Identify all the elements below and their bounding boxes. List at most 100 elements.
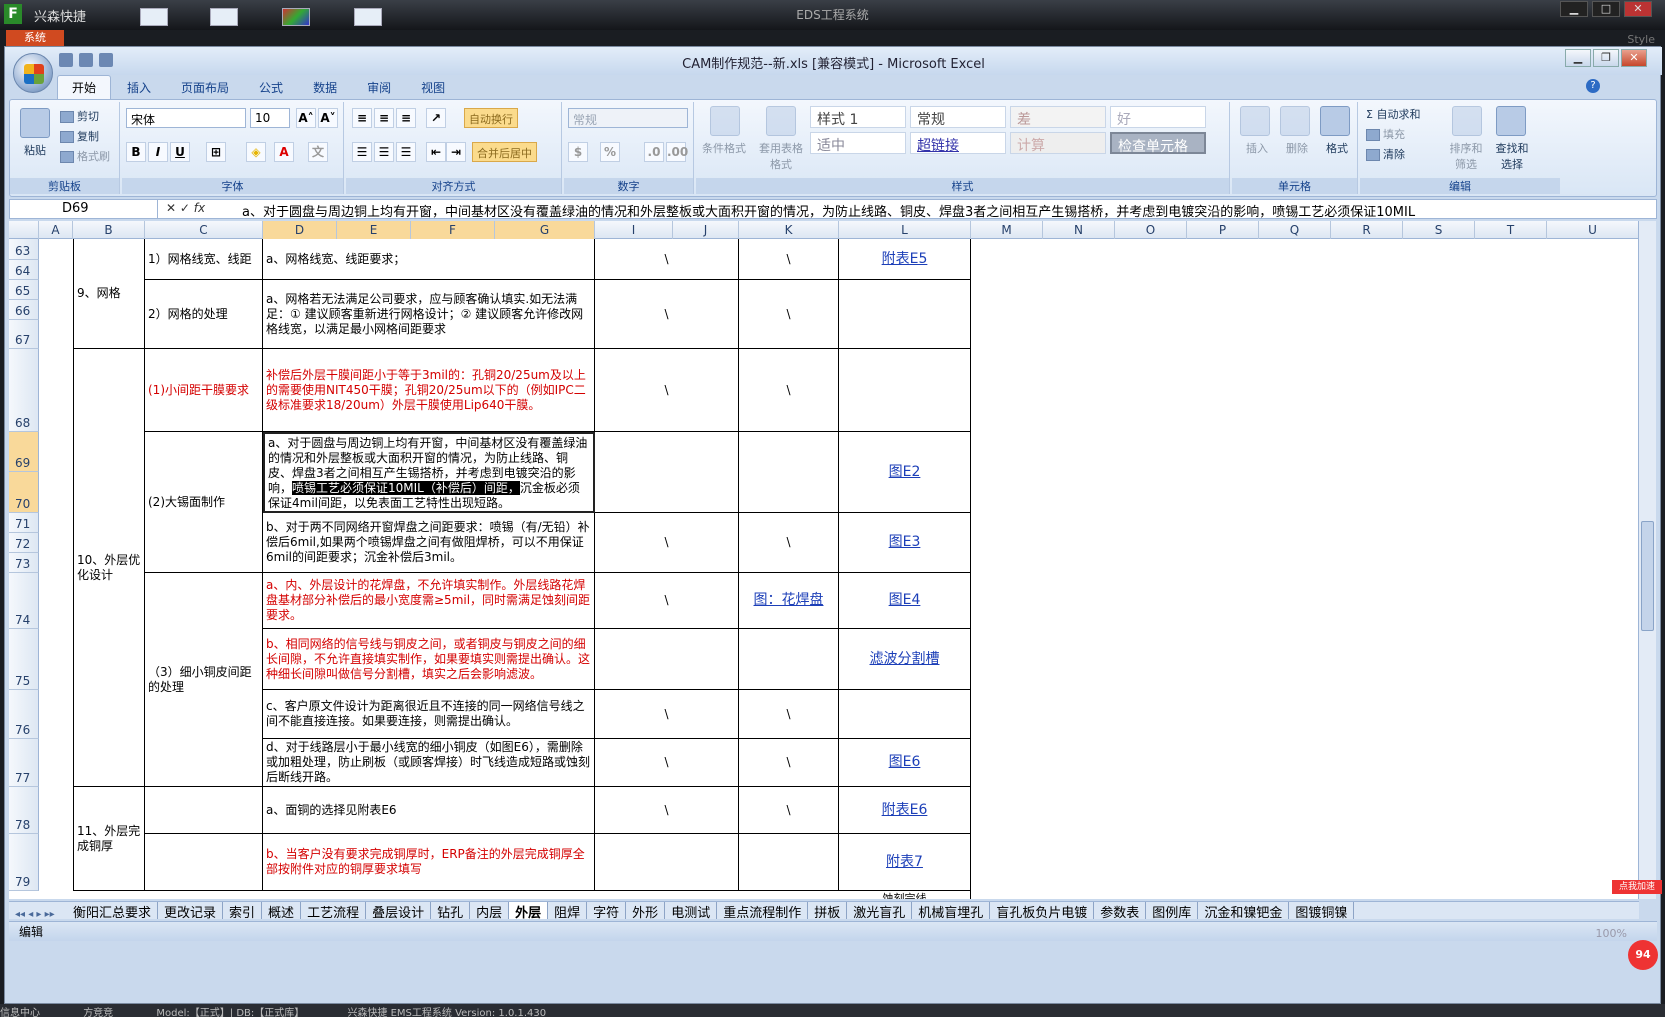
tab-data[interactable]: 数据 (299, 76, 351, 100)
table-cell[interactable]: \ (595, 349, 739, 432)
figure-link[interactable]: 图E6 (889, 755, 921, 770)
row-header[interactable]: 63 (9, 239, 39, 260)
table-cell[interactable] (595, 629, 739, 690)
sheet-tab[interactable]: 外层 (509, 902, 549, 919)
zoom-level[interactable]: 100% (1596, 924, 1627, 944)
col-header[interactable]: Q (1259, 221, 1331, 239)
shrink-font-button[interactable]: A˅ (318, 108, 338, 128)
name-box[interactable]: D69 (10, 200, 158, 218)
table-cell[interactable]: \ (595, 573, 739, 629)
row-header[interactable]: 68 (9, 349, 39, 432)
sheet-tab[interactable]: 内层 (470, 902, 510, 919)
table-cell[interactable]: \ (595, 280, 739, 349)
font-color-icon[interactable]: A (274, 142, 294, 162)
table-cell[interactable]: \ (595, 739, 739, 787)
sheet-tab[interactable]: 机械盲埋孔 (912, 902, 991, 919)
figure-link[interactable]: 图：花焊盘 (754, 593, 824, 608)
number-format-select[interactable]: 常规 (568, 108, 688, 128)
table-cell[interactable]: \ (595, 690, 739, 739)
scroll-thumb[interactable] (1641, 521, 1654, 631)
table-cell[interactable]: a、面铜的选择见附表E6 (263, 787, 595, 834)
tab-page-layout[interactable]: 页面布局 (167, 76, 243, 100)
sheet-tab[interactable]: 外形 (626, 902, 666, 919)
paste-icon[interactable] (20, 108, 50, 138)
table-cell[interactable]: 蚀刻完线 (839, 891, 971, 899)
sheet-tab[interactable]: 激光盲孔 (847, 902, 913, 919)
col-header[interactable]: B (73, 221, 145, 239)
col-header[interactable]: G (495, 221, 595, 239)
enter-icon[interactable]: ✓ (180, 201, 190, 215)
binoculars-icon[interactable] (1496, 106, 1526, 136)
sheet-tab[interactable]: 钻孔 (431, 902, 471, 919)
table-cell[interactable]: 图E2 (839, 432, 971, 513)
table-cell[interactable] (839, 349, 971, 432)
border-icon[interactable]: ⊞ (206, 142, 226, 162)
row-header[interactable]: 73 (9, 553, 39, 573)
appendix-link[interactable]: 附表7 (886, 854, 923, 870)
table-cell[interactable]: a、内、外层设计的花焊盘，不允许填实制作。外层线路花焊盘基材部分补偿后的最小宽度… (263, 573, 595, 629)
sheet-tab[interactable]: 衡阳汇总要求 (67, 902, 159, 919)
table-cell[interactable] (839, 280, 971, 349)
info-center-link[interactable]: 信息中心 (0, 1008, 40, 1017)
figure-link[interactable]: 图E2 (889, 464, 921, 480)
figure-link[interactable]: 图E4 (889, 593, 921, 608)
col-header[interactable]: R (1331, 221, 1403, 239)
appendix-link[interactable]: 附表E6 (882, 802, 928, 818)
table-cell[interactable]: 补偿后外层干膜间距小于等于3mil的：孔铜20/25um及以上的需要使用NIT4… (263, 349, 595, 432)
table-cell[interactable]: b、相同网络的信号线与铜皮之间，或者铜皮与铜皮之间的细长间隙，不允许直接填实制作… (263, 629, 595, 690)
col-header[interactable]: S (1403, 221, 1475, 239)
sort-filter-icon[interactable] (1452, 106, 1482, 136)
col-header[interactable]: A (39, 221, 73, 239)
appendix-link[interactable]: 附表E5 (882, 251, 928, 267)
vertical-scrollbar[interactable] (1638, 221, 1656, 899)
row-header[interactable]: 78 (9, 787, 39, 834)
row-header[interactable]: 77 (9, 739, 39, 787)
cut-button[interactable]: 剪切 (60, 108, 99, 124)
tab-home[interactable]: 开始 (57, 75, 112, 100)
table-cell[interactable]: \ (739, 349, 839, 432)
col-header[interactable]: I (595, 221, 673, 239)
sheet-tab[interactable]: 更改记录 (158, 902, 224, 919)
phonetic-icon[interactable]: 文 (308, 142, 328, 162)
table-cell[interactable]: (1)小间距干膜要求 (145, 349, 263, 432)
wrap-text-button[interactable]: 自动换行 (464, 108, 518, 128)
row-header[interactable]: 71 (9, 513, 39, 533)
tab-view[interactable]: 视图 (407, 76, 459, 100)
style-cell[interactable]: 适中 (810, 132, 906, 154)
sheet-tab[interactable]: 沉金和镍钯金 (1198, 902, 1290, 919)
sheet-tab[interactable]: 拼板 (808, 902, 848, 919)
table-cell[interactable]: 图E3 (839, 513, 971, 573)
insert-cells-icon[interactable] (1240, 106, 1270, 136)
style-cell[interactable]: 计算 (1010, 132, 1106, 154)
sheet-tab[interactable]: 重点流程制作 (717, 902, 809, 919)
excel-restore-button[interactable]: ❐ (1593, 49, 1619, 67)
align-bottom-icon[interactable]: ≡ (396, 108, 416, 128)
table-cell[interactable]: 图E6 (839, 739, 971, 787)
row-header[interactable]: 66 (9, 300, 39, 320)
sheet-tab[interactable]: 电测试 (665, 902, 718, 919)
table-cell[interactable]: \ (739, 787, 839, 834)
merge-center-button[interactable]: 合并后居中 (472, 142, 537, 162)
sort-filter-button[interactable]: 排序和筛选 (1446, 140, 1486, 172)
selected-cell-d69[interactable]: a、对于圆盘与周边铜上均有开窗，中间基材区没有覆盖绿油的情况和外层整板或大面积开… (263, 432, 595, 513)
format-cells-icon[interactable] (1320, 106, 1350, 136)
eds-maximize-button[interactable]: □ (1592, 1, 1620, 17)
table-cell[interactable]: 附表7 (839, 834, 971, 891)
speedup-promo[interactable]: 点我加速 (1612, 880, 1662, 894)
system-tab[interactable]: 系统 (6, 30, 64, 46)
style-cell[interactable]: 检查单元格 (1110, 132, 1206, 155)
align-center-icon[interactable]: ☰ (374, 142, 394, 162)
style-cell[interactable]: 好 (1110, 106, 1206, 128)
row-header[interactable]: 64 (9, 260, 39, 280)
currency-icon[interactable]: $ (568, 142, 588, 162)
table-cell[interactable]: （3）细小铜皮间距的处理 (145, 573, 263, 787)
table-cell[interactable] (595, 432, 739, 513)
col-header[interactable]: T (1475, 221, 1547, 239)
sheet-tab[interactable]: 叠层设计 (366, 902, 432, 919)
table-cell[interactable]: \ (739, 690, 839, 739)
excel-minimize-button[interactable]: ▁ (1565, 49, 1591, 67)
clear-button[interactable]: 清除 (1366, 146, 1405, 162)
font-size-select[interactable]: 10 (250, 108, 290, 128)
table-format-button[interactable]: 套用表格格式 (756, 140, 806, 172)
table-cell[interactable]: 11、外层完成铜厚 (73, 787, 145, 891)
